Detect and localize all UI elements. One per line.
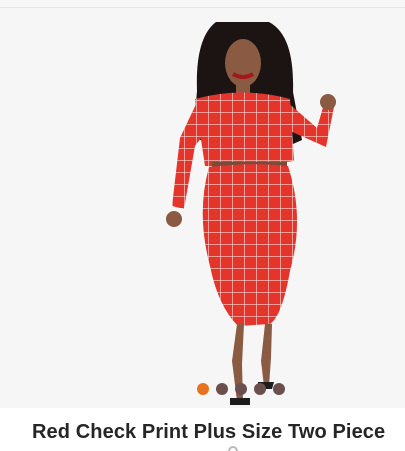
right-leg	[261, 324, 272, 386]
carousel-dot-5[interactable]	[273, 383, 285, 395]
carousel-dot-4[interactable]	[254, 383, 266, 395]
product-model-image	[166, 22, 336, 405]
carousel-dot-2[interactable]	[216, 383, 228, 395]
product-title: Red Check Print Plus Size Two Piece	[32, 421, 386, 443]
product-image-gallery[interactable]	[0, 8, 405, 408]
carousel-dot-1[interactable]	[197, 383, 209, 395]
top-divider	[0, 0, 405, 8]
left-hand	[166, 211, 182, 227]
left-heel	[230, 398, 250, 405]
image-carousel-dots[interactable]	[197, 383, 285, 395]
check-midi-skirt	[202, 164, 298, 326]
right-hand	[320, 94, 336, 110]
carousel-dot-3[interactable]	[235, 383, 247, 395]
partial-text-indicator	[228, 446, 238, 451]
face	[225, 39, 261, 87]
check-crop-top	[195, 92, 294, 167]
